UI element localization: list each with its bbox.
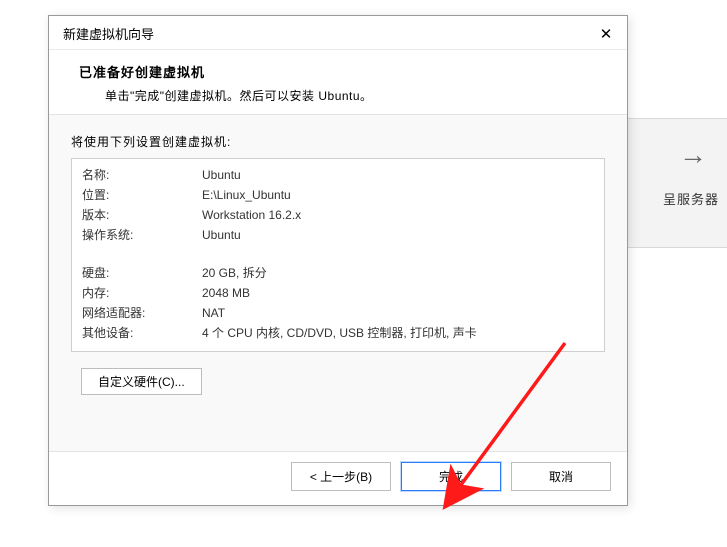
settings-row-value: 4 个 CPU 内核, CD/DVD, USB 控制器, 打印机, 声卡 bbox=[202, 323, 594, 343]
cancel-button[interactable]: 取消 bbox=[511, 462, 611, 491]
settings-row-label: 其他设备: bbox=[82, 323, 202, 343]
settings-row: 位置:E:\Linux_Ubuntu bbox=[82, 185, 594, 205]
settings-row: 网络适配器:NAT bbox=[82, 303, 594, 323]
dialog-header-title: 已准备好创建虚拟机 bbox=[79, 62, 627, 81]
arrow-right-icon: → bbox=[679, 141, 707, 169]
settings-row: 内存:2048 MB bbox=[82, 283, 594, 303]
finish-button[interactable]: 完成 bbox=[401, 462, 501, 491]
dialog-title: 新建虚拟机向导 bbox=[63, 24, 154, 43]
settings-row-label: 网络适配器: bbox=[82, 303, 202, 323]
settings-row-value: NAT bbox=[202, 303, 594, 323]
close-icon[interactable]: ✕ bbox=[597, 25, 615, 43]
settings-row-value: Ubuntu bbox=[202, 225, 594, 245]
settings-box: 名称:Ubuntu 位置:E:\Linux_Ubuntu 版本:Workstat… bbox=[71, 158, 605, 352]
settings-row-label: 内存: bbox=[82, 283, 202, 303]
settings-row-label: 硬盘: bbox=[82, 263, 202, 283]
settings-row-value: E:\Linux_Ubuntu bbox=[202, 185, 594, 205]
new-vm-wizard-dialog: 新建虚拟机向导 ✕ 已准备好创建虚拟机 单击"完成"创建虚拟机。然后可以安装 U… bbox=[48, 15, 628, 506]
dialog-header: 已准备好创建虚拟机 单击"完成"创建虚拟机。然后可以安装 Ubuntu。 bbox=[49, 50, 627, 114]
settings-label: 将使用下列设置创建虚拟机: bbox=[71, 133, 605, 150]
settings-row: 其他设备:4 个 CPU 内核, CD/DVD, USB 控制器, 打印机, 声… bbox=[82, 323, 594, 343]
back-button[interactable]: < 上一步(B) bbox=[291, 462, 391, 491]
settings-row-value: Workstation 16.2.x bbox=[202, 205, 594, 225]
background-label: 呈服务器 bbox=[663, 189, 719, 208]
dialog-header-subtitle: 单击"完成"创建虚拟机。然后可以安装 Ubuntu。 bbox=[79, 87, 627, 104]
settings-row-value: 20 GB, 拆分 bbox=[202, 263, 594, 283]
settings-row-label: 操作系统: bbox=[82, 225, 202, 245]
settings-row-label: 名称: bbox=[82, 165, 202, 185]
dialog-content: 将使用下列设置创建虚拟机: 名称:Ubuntu 位置:E:\Linux_Ubun… bbox=[49, 114, 627, 452]
settings-row: 硬盘:20 GB, 拆分 bbox=[82, 263, 594, 283]
customize-hardware-button[interactable]: 自定义硬件(C)... bbox=[81, 368, 202, 395]
settings-row-label: 版本: bbox=[82, 205, 202, 225]
settings-row-value: 2048 MB bbox=[202, 283, 594, 303]
settings-row-label: 位置: bbox=[82, 185, 202, 205]
settings-row: 版本:Workstation 16.2.x bbox=[82, 205, 594, 225]
settings-row-value: Ubuntu bbox=[202, 165, 594, 185]
settings-row: 操作系统:Ubuntu bbox=[82, 225, 594, 245]
dialog-button-row: < 上一步(B) 完成 取消 bbox=[49, 452, 627, 505]
settings-row: 名称:Ubuntu bbox=[82, 165, 594, 185]
dialog-titlebar: 新建虚拟机向导 ✕ bbox=[49, 16, 627, 50]
